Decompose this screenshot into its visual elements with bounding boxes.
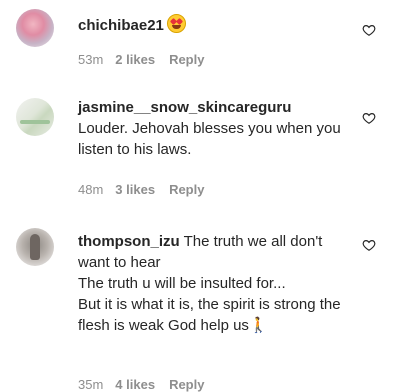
heart-eyes-emoji-icon	[166, 14, 186, 33]
comment-body: chichibae21	[78, 14, 353, 36]
timestamp: 48m	[78, 182, 104, 197]
timestamp: 35m	[78, 377, 104, 392]
comment-body: thompson_izu The truth we all don't want…	[78, 231, 353, 336]
avatar[interactable]	[16, 228, 54, 266]
username[interactable]: jasmine__snow_skincareguru	[78, 97, 353, 118]
like-heart-icon[interactable]	[362, 238, 376, 252]
username[interactable]: chichibae21	[78, 17, 164, 34]
reply-button[interactable]: Reply	[169, 377, 204, 392]
likes-count[interactable]: 3 likes	[115, 182, 155, 197]
comment-meta: 48m 3 likes Reply	[78, 182, 218, 197]
likes-count[interactable]: 2 likes	[115, 52, 155, 67]
reply-button[interactable]: Reply	[169, 52, 204, 67]
avatar[interactable]	[16, 98, 54, 136]
username[interactable]: thompson_izu	[78, 233, 180, 250]
person-walking-emoji-icon: 🚶	[248, 317, 268, 334]
reply-button[interactable]: Reply	[169, 182, 204, 197]
avatar[interactable]	[16, 9, 54, 47]
likes-count[interactable]: 4 likes	[115, 377, 155, 392]
comment-text: Louder. Jehovah blesses you when you lis…	[78, 120, 341, 158]
timestamp: 53m	[78, 52, 104, 67]
like-heart-icon[interactable]	[362, 23, 376, 37]
comment-meta: 53m 2 likes Reply	[78, 52, 218, 67]
like-heart-icon[interactable]	[362, 111, 376, 125]
comment-meta: 35m 4 likes Reply	[78, 377, 218, 392]
comment-body: jasmine__snow_skincareguru Louder. Jehov…	[78, 97, 353, 160]
